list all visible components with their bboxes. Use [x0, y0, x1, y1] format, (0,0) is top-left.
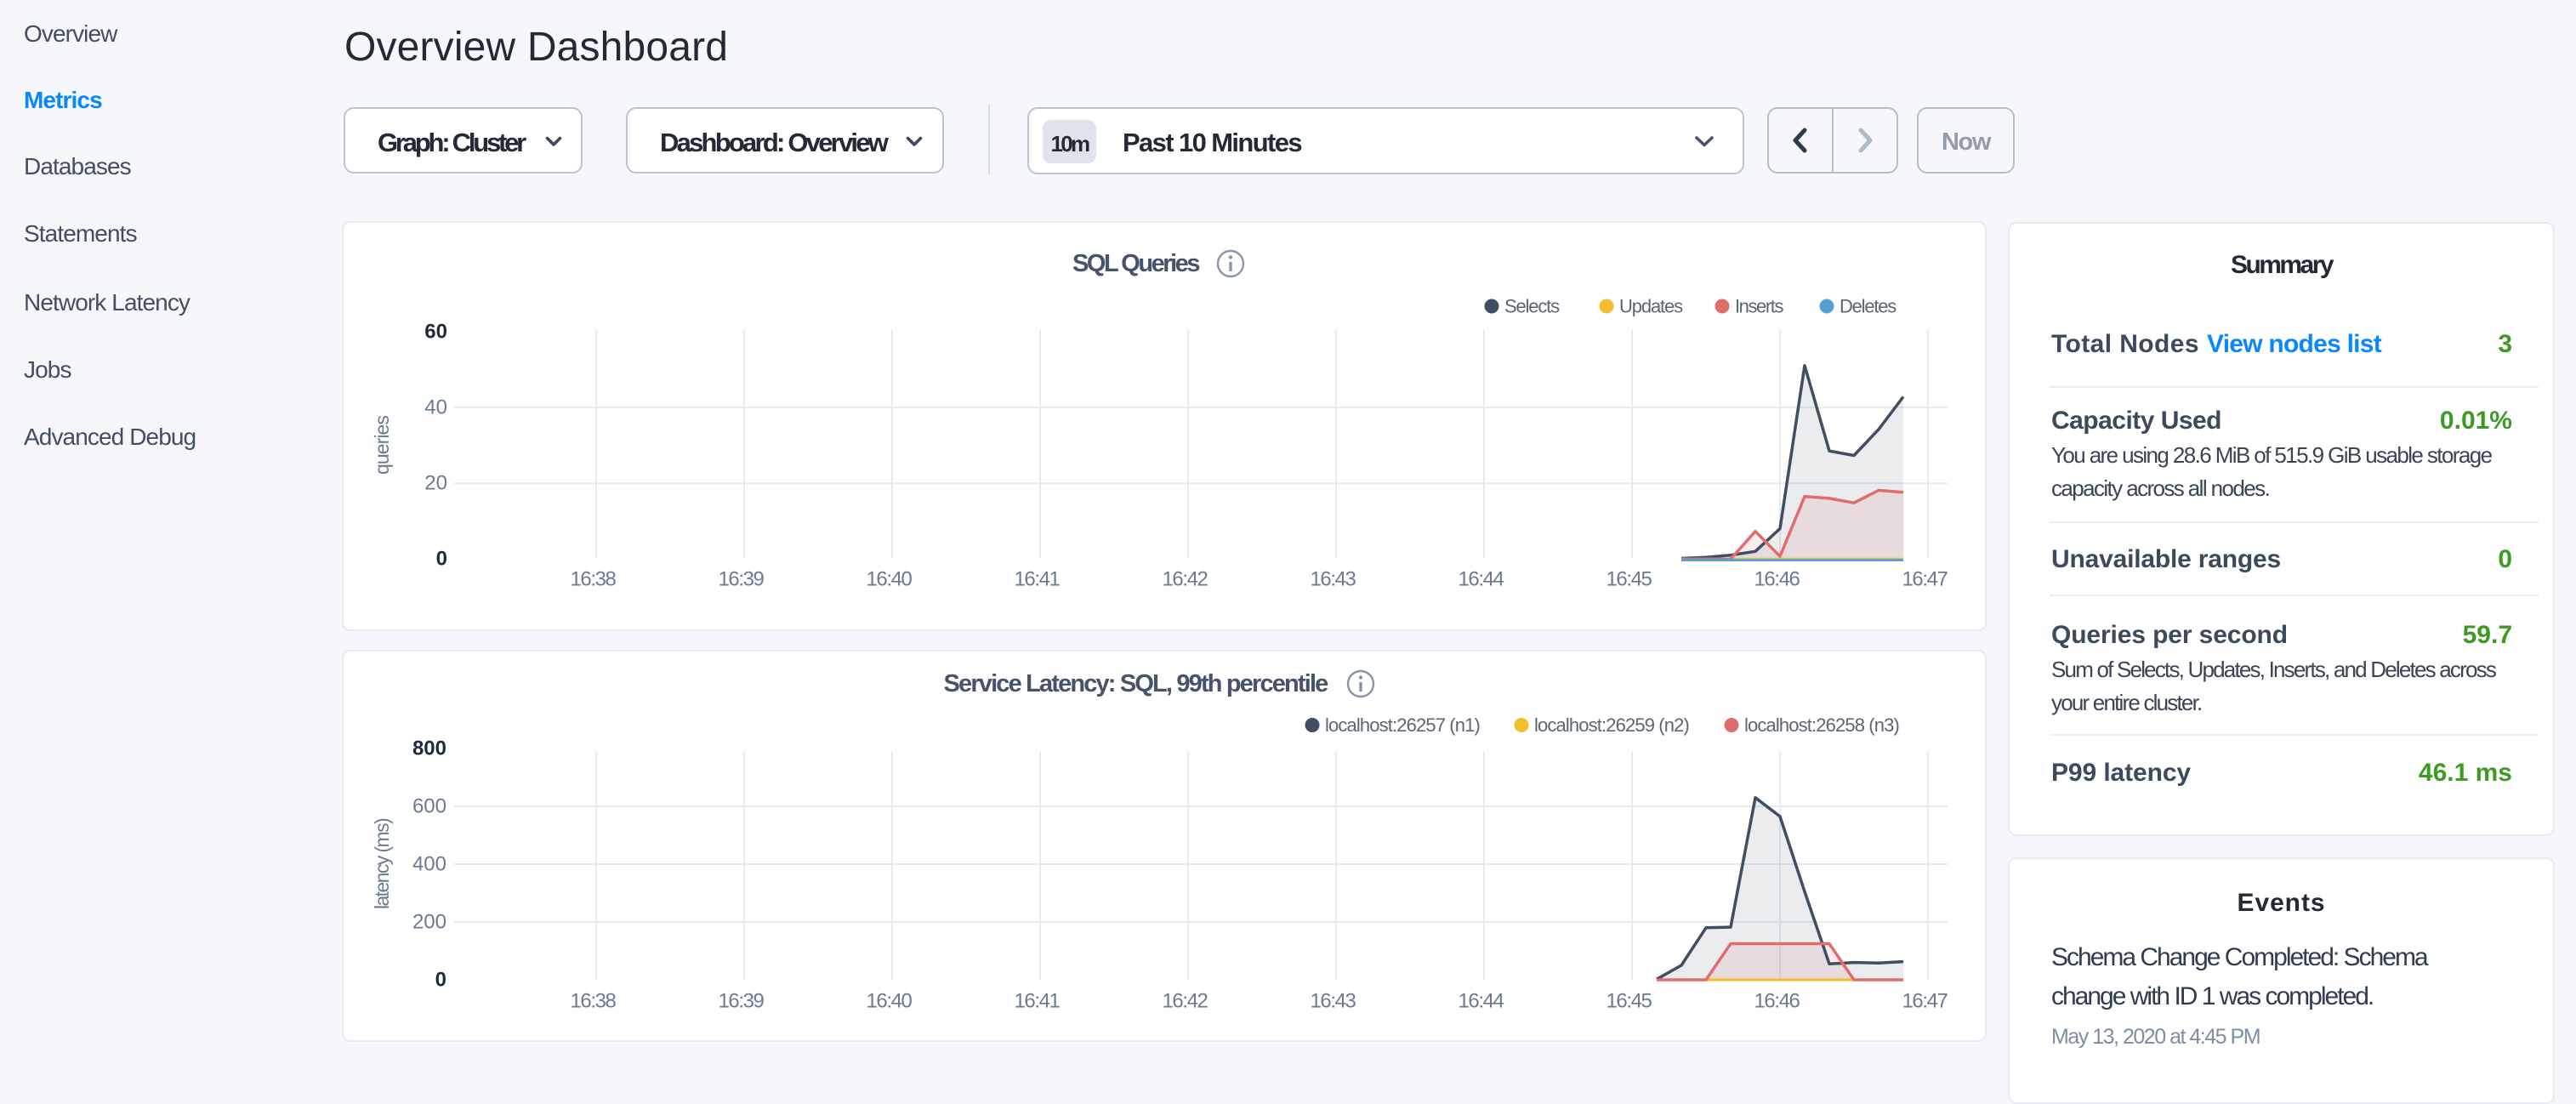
- svg-text:Selects: Selects: [1504, 296, 1560, 317]
- svg-text:16:44: 16:44: [1458, 990, 1504, 1013]
- svg-text:16:44: 16:44: [1458, 568, 1504, 591]
- svg-text:20: 20: [424, 472, 447, 495]
- svg-text:16:47: 16:47: [1902, 568, 1948, 591]
- svg-text:16:42: 16:42: [1162, 990, 1208, 1013]
- svg-text:400: 400: [412, 853, 446, 876]
- svg-text:16:38: 16:38: [570, 990, 616, 1013]
- svg-text:16:40: 16:40: [866, 568, 912, 591]
- svg-text:16:41: 16:41: [1014, 990, 1060, 1013]
- svg-text:40: 40: [424, 396, 447, 418]
- svg-text:800: 800: [412, 737, 446, 760]
- svg-text:localhost:26259 (n2): localhost:26259 (n2): [1534, 714, 1689, 736]
- svg-text:16:42: 16:42: [1162, 568, 1208, 591]
- svg-text:localhost:26257 (n1): localhost:26257 (n1): [1325, 714, 1480, 736]
- svg-text:Updates: Updates: [1619, 296, 1683, 317]
- svg-text:16:43: 16:43: [1310, 990, 1356, 1013]
- svg-text:16:45: 16:45: [1606, 990, 1652, 1013]
- svg-text:SQL Queries: SQL Queries: [1072, 250, 1199, 277]
- svg-text:0: 0: [435, 969, 446, 992]
- svg-text:latency (ms): latency (ms): [371, 818, 393, 909]
- svg-text:queries: queries: [371, 416, 393, 475]
- svg-text:16:46: 16:46: [1754, 990, 1800, 1013]
- svg-text:16:41: 16:41: [1014, 568, 1060, 591]
- svg-text:600: 600: [412, 795, 446, 818]
- svg-text:16:39: 16:39: [718, 568, 764, 591]
- svg-text:Service Latency: SQL, 99th per: Service Latency: SQL, 99th percentile: [944, 670, 1329, 697]
- svg-text:16:46: 16:46: [1754, 568, 1800, 591]
- svg-text:Inserts: Inserts: [1735, 296, 1783, 317]
- svg-text:16:40: 16:40: [866, 990, 912, 1013]
- svg-text:16:47: 16:47: [1902, 990, 1948, 1013]
- svg-text:16:43: 16:43: [1310, 568, 1356, 591]
- svg-text:16:39: 16:39: [718, 990, 764, 1013]
- svg-text:localhost:26258 (n3): localhost:26258 (n3): [1744, 714, 1899, 736]
- svg-text:Deletes: Deletes: [1840, 296, 1896, 317]
- svg-text:60: 60: [424, 320, 447, 343]
- svg-text:0: 0: [436, 548, 447, 571]
- svg-text:16:38: 16:38: [570, 568, 616, 591]
- svg-text:16:45: 16:45: [1606, 568, 1652, 591]
- svg-text:200: 200: [412, 911, 446, 934]
